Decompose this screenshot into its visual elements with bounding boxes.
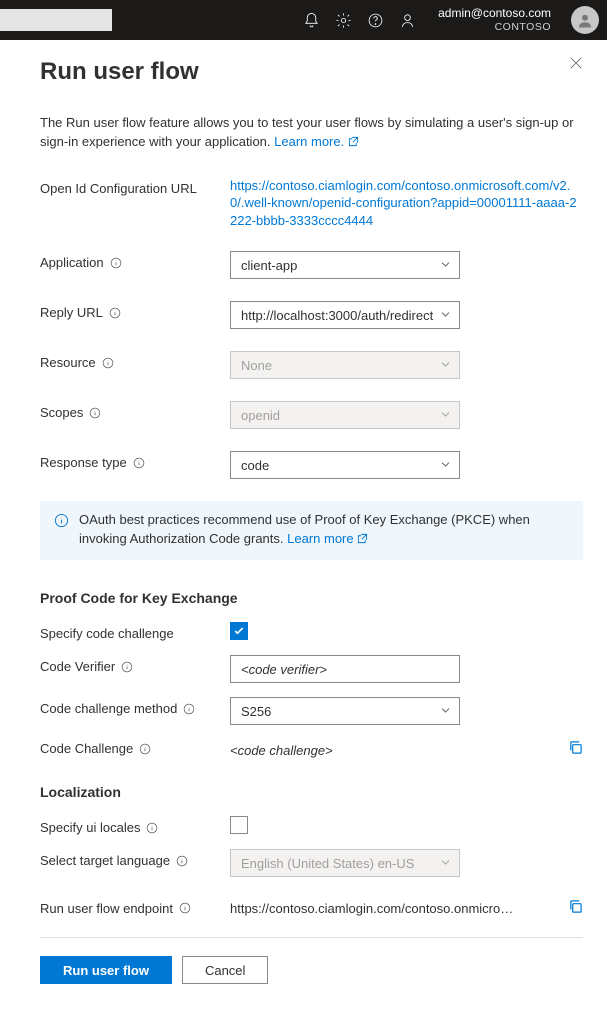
info-icon — [54, 511, 69, 550]
divider — [40, 937, 583, 938]
code-challenge-label: Code Challenge — [40, 741, 133, 756]
gear-icon[interactable] — [334, 11, 352, 29]
row-endpoint: Run user flow endpoint https://contoso.c… — [40, 899, 583, 917]
row-reply-url: Reply URL http://localhost:3000/auth/red… — [40, 301, 583, 329]
chevron-down-icon — [440, 308, 451, 323]
row-code-challenge: Code Challenge <code challenge> — [40, 739, 583, 758]
chevron-down-icon — [440, 358, 451, 373]
resource-select: None — [230, 351, 460, 379]
reply-url-label: Reply URL — [40, 305, 103, 320]
code-verifier-label: Code Verifier — [40, 659, 115, 674]
chevron-down-icon — [440, 458, 451, 473]
footer: Run user flow Cancel — [40, 956, 583, 984]
info-icon[interactable] — [102, 357, 114, 369]
copy-endpoint-button[interactable] — [568, 899, 583, 917]
row-code-challenge-method: Code challenge method S256 — [40, 697, 583, 725]
pkce-heading: Proof Code for Key Exchange — [40, 590, 583, 606]
localization-heading: Localization — [40, 784, 583, 800]
oidc-url-link[interactable]: https://contoso.ciamlogin.com/contoso.on… — [230, 177, 583, 230]
feedback-icon[interactable] — [398, 11, 416, 29]
account-email: admin@contoso.com — [438, 7, 551, 21]
application-select[interactable]: client-app — [230, 251, 460, 279]
row-oidc: Open Id Configuration URL https://contos… — [40, 177, 583, 230]
resource-label: Resource — [40, 355, 96, 370]
info-icon[interactable] — [179, 902, 191, 914]
panel: Run user flow The Run user flow feature … — [0, 40, 607, 1014]
row-select-target-language: Select target language English (United S… — [40, 849, 583, 877]
learn-more-link[interactable]: Learn more. — [274, 134, 359, 149]
scopes-label: Scopes — [40, 405, 83, 420]
specify-code-challenge-label: Specify code challenge — [40, 626, 174, 641]
account-org: CONTOSO — [438, 21, 551, 33]
cancel-button[interactable]: Cancel — [182, 956, 268, 984]
code-challenge-method-select[interactable]: S256 — [230, 697, 460, 725]
oidc-label: Open Id Configuration URL — [40, 177, 230, 196]
row-specify-ui-locales: Specify ui locales — [40, 816, 583, 835]
info-icon[interactable] — [176, 855, 188, 867]
chevron-down-icon — [440, 856, 451, 871]
info-icon[interactable] — [133, 457, 145, 469]
intro-text: The Run user flow feature allows you to … — [40, 114, 583, 153]
run-user-flow-button[interactable]: Run user flow — [40, 956, 172, 984]
info-icon[interactable] — [139, 743, 151, 755]
chevron-down-icon — [440, 258, 451, 273]
response-type-select[interactable]: code — [230, 451, 460, 479]
response-type-label: Response type — [40, 455, 127, 470]
close-button[interactable] — [569, 56, 585, 72]
panel-title: Run user flow — [40, 58, 583, 86]
row-resource: Resource None — [40, 351, 583, 379]
row-application: Application client-app — [40, 251, 583, 279]
code-challenge-method-label: Code challenge method — [40, 701, 177, 716]
account-block[interactable]: admin@contoso.com CONTOSO — [438, 7, 551, 33]
select-target-language-select: English (United States) en-US — [230, 849, 460, 877]
avatar[interactable] — [571, 6, 599, 34]
scopes-select: openid — [230, 401, 460, 429]
notifications-icon[interactable] — [302, 11, 320, 29]
specify-ui-locales-label: Specify ui locales — [40, 820, 140, 835]
search-area[interactable] — [0, 9, 112, 31]
row-response-type: Response type code — [40, 451, 583, 479]
info-icon[interactable] — [121, 661, 133, 673]
external-link-icon — [348, 134, 359, 153]
chevron-down-icon — [440, 704, 451, 719]
specify-code-challenge-checkbox[interactable] — [230, 622, 248, 640]
code-challenge-value: <code challenge> — [230, 739, 333, 758]
application-label: Application — [40, 255, 104, 270]
help-icon[interactable] — [366, 11, 384, 29]
external-link-icon — [357, 531, 368, 550]
info-icon[interactable] — [110, 257, 122, 269]
row-scopes: Scopes openid — [40, 401, 583, 429]
reply-url-select[interactable]: http://localhost:3000/auth/redirect — [230, 301, 460, 329]
specify-ui-locales-checkbox[interactable] — [230, 816, 248, 834]
row-code-verifier: Code Verifier — [40, 655, 583, 683]
info-icon[interactable] — [109, 307, 121, 319]
top-bar: admin@contoso.com CONTOSO — [0, 0, 607, 40]
pkce-info-box: OAuth best practices recommend use of Pr… — [40, 501, 583, 560]
info-icon[interactable] — [183, 703, 195, 715]
copy-code-challenge-button[interactable] — [568, 740, 583, 758]
info-icon[interactable] — [89, 407, 101, 419]
run-endpoint-label: Run user flow endpoint — [40, 901, 173, 916]
row-specify-code-challenge: Specify code challenge — [40, 622, 583, 641]
pkce-learn-more-link[interactable]: Learn more — [287, 531, 368, 546]
run-endpoint-value: https://contoso.ciamlogin.com/contoso.on… — [230, 901, 516, 916]
code-verifier-input[interactable] — [230, 655, 460, 683]
select-target-language-label: Select target language — [40, 853, 170, 868]
chevron-down-icon — [440, 408, 451, 423]
info-icon[interactable] — [146, 822, 158, 834]
